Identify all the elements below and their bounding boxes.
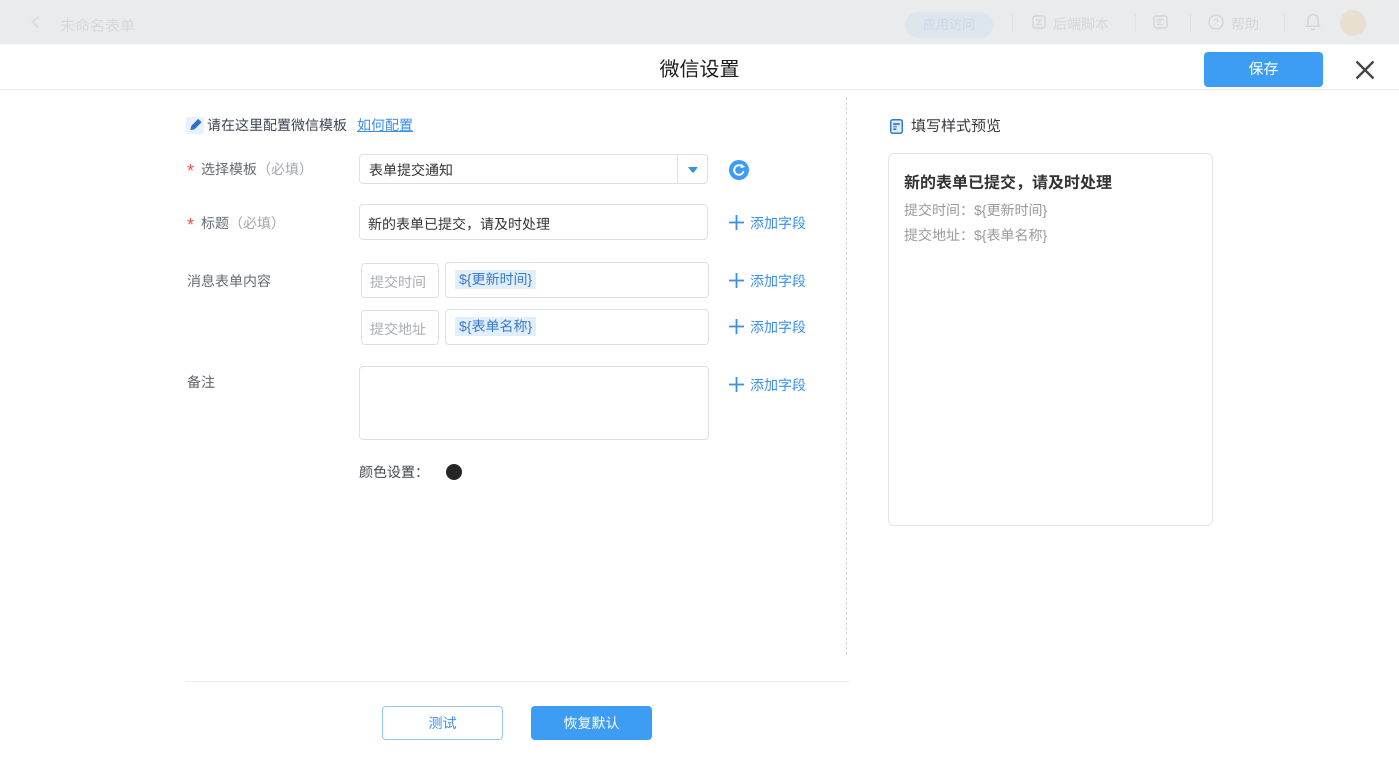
svg-text:?: ?	[1213, 17, 1218, 27]
